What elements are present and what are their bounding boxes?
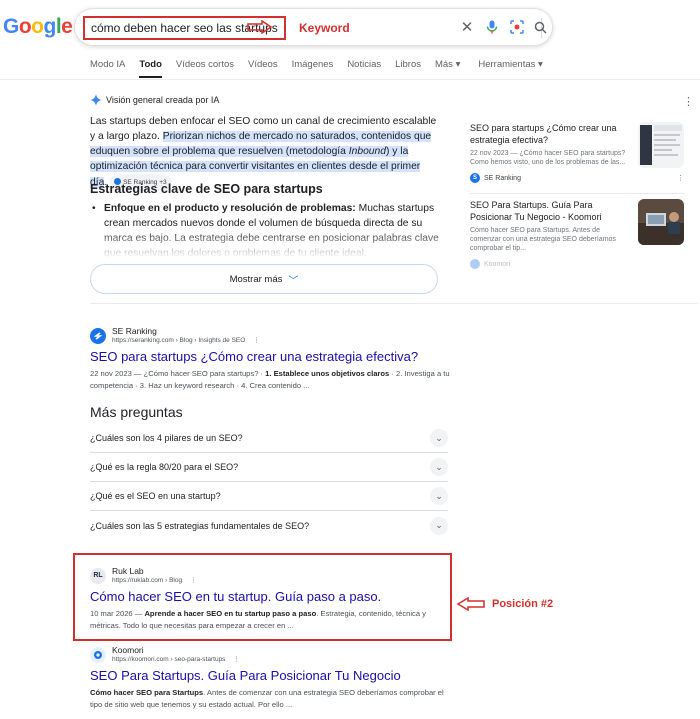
logo-letter: o: [18, 15, 32, 38]
show-more-button[interactable]: Mostrar más ﹀: [90, 264, 438, 294]
result-snippet-bold: Cómo hacer SEO para Startups: [90, 688, 204, 697]
source-thumbnail: [638, 122, 684, 168]
result-title-link[interactable]: SEO Para Startups. Guía Para Posicionar …: [90, 668, 450, 684]
paa-question-text: ¿Qué es la regla 80/20 para el SEO?: [90, 462, 239, 472]
tab-herramientas[interactable]: Herramientas ▾: [478, 59, 542, 79]
koomori-icon: [90, 646, 106, 663]
clear-icon[interactable]: ✕: [459, 19, 475, 36]
tabs-divider: [0, 79, 700, 80]
logo-letter: g: [43, 15, 57, 38]
paa-question[interactable]: ¿Qué es la regla 80/20 para el SEO? ⌄: [90, 453, 448, 482]
result-snippet-bold: 1. Establece unos objetivos claros: [265, 369, 390, 378]
site-name: Koomori: [112, 645, 144, 655]
tab-noticias[interactable]: Noticias: [347, 59, 381, 79]
more-options-icon[interactable]: ⋮: [233, 656, 240, 663]
koomori-icon: [470, 259, 480, 269]
paa-question[interactable]: ¿Cuáles son las 5 estrategias fundamenta…: [90, 511, 448, 540]
more-options-icon[interactable]: ⋮: [253, 337, 260, 344]
seranking-icon: [90, 327, 106, 344]
search-tabs: Modo IA Todo Vídeos cortos Vídeos Imágen…: [90, 59, 557, 79]
source-card-snippet: Cómo hacer SEO para Startups. Antes de c…: [470, 227, 616, 252]
ai-overview-divider: [90, 303, 698, 304]
source-thumbnail: [638, 199, 684, 245]
chevron-down-icon: ⌄: [430, 458, 448, 476]
tab-todo[interactable]: Todo: [139, 59, 162, 78]
ai-overview-heading: Estrategias clave de SEO para startups: [90, 182, 323, 196]
ai-overview-header: Visión general creada por IA: [90, 94, 219, 106]
paa-title: Más preguntas: [90, 404, 183, 420]
search-icon[interactable]: [532, 19, 548, 35]
position-annotation: Posición #2: [492, 598, 554, 610]
ai-sparkle-icon: [90, 94, 102, 106]
tab-videos-cortos[interactable]: Vídeos cortos: [176, 59, 234, 79]
source-name: Koomori: [484, 260, 511, 268]
more-options-icon[interactable]: ⋮: [677, 174, 684, 182]
chevron-down-icon: ⌄: [430, 487, 448, 505]
logo-letter: G: [3, 15, 19, 38]
logo-letter: o: [31, 15, 44, 38]
result-date: 22 nov 2023 — ¿Cómo hacer SEO para start…: [90, 369, 266, 378]
position-arrow-icon: [456, 597, 485, 611]
source-card-snippet: 22 nov 2023 — ¿Cómo hacer SEO para start…: [470, 150, 626, 166]
show-more-label: Mostrar más: [229, 273, 283, 285]
chevron-down-icon: ⌄: [430, 516, 448, 535]
paa-question-text: ¿Cuáles son los 4 pilares de un SEO?: [90, 433, 243, 443]
source-attribution: S SE Ranking ⋮: [470, 173, 685, 183]
source-card-title[interactable]: SEO para startups ¿Cómo crear una estrat…: [470, 122, 630, 146]
position-highlight-box: [73, 553, 452, 641]
source-attribution: Koomori: [470, 259, 685, 269]
text-fade-overlay: [90, 230, 440, 258]
tab-imagenes[interactable]: Imágenes: [292, 59, 334, 79]
paa-question[interactable]: ¿Qué es el SEO en una startup? ⌄: [90, 482, 448, 511]
result-snippet: 22 nov 2023 — ¿Cómo hacer SEO para start…: [90, 368, 450, 392]
tab-libros[interactable]: Libros: [395, 59, 421, 79]
source-card-title[interactable]: SEO Para Startups. Guía Para Posicionar …: [470, 199, 630, 223]
bullet-bold: Enfoque en el producto y resolución de p…: [104, 203, 356, 214]
result-snippet: Cómo hacer SEO para Startups. Antes de c…: [90, 687, 450, 711]
keyword-annotation: Keyword: [299, 21, 350, 35]
paa-question-text: ¿Cuáles son las 5 estrategias fundamenta…: [90, 520, 310, 531]
site-url: https://seranking.com › Blog › Insights …: [112, 337, 246, 344]
paa-question[interactable]: ¿Cuáles son los 4 pilares de un SEO? ⌄: [90, 424, 448, 453]
ai-text-hl-em: Inbound: [348, 146, 386, 157]
google-logo[interactable]: Google: [3, 15, 73, 39]
chevron-down-icon: ⌄: [430, 429, 448, 447]
result-header[interactable]: Koomori https://koomori.com › seo-para-s…: [90, 645, 450, 664]
bullet-icon: •: [92, 203, 96, 214]
keyword-arrow-icon: [247, 20, 273, 34]
ai-overview-text: Las startups deben enfocar el SEO como u…: [90, 114, 440, 191]
source-card[interactable]: SEO para startups ¿Cómo crear una estrat…: [470, 122, 685, 190]
search-result: Koomori https://koomori.com › seo-para-s…: [90, 645, 450, 711]
microphone-icon[interactable]: [484, 19, 500, 35]
search-result: SE Ranking https://seranking.com › Blog …: [90, 326, 450, 392]
tab-videos[interactable]: Vídeos: [248, 59, 278, 79]
tab-modo-ia[interactable]: Modo IA: [90, 59, 125, 79]
site-url: https://koomori.com › seo-para-startups: [112, 656, 226, 663]
result-title-link[interactable]: SEO para startups ¿Cómo crear una estrat…: [90, 349, 450, 365]
source-name: SE Ranking: [484, 174, 521, 182]
paa-question-text: ¿Qué es el SEO en una startup?: [90, 491, 221, 501]
ai-sources-panel: SEO para startups ¿Cómo crear una estrat…: [470, 122, 685, 269]
source-card[interactable]: SEO Para Startups. Guía Para Posicionar …: [470, 199, 685, 269]
result-header[interactable]: SE Ranking https://seranking.com › Blog …: [90, 326, 450, 345]
lens-icon[interactable]: [509, 19, 525, 35]
logo-letter: e: [61, 15, 73, 38]
ai-overview-label: Visión general creada por IA: [106, 95, 220, 105]
tab-mas[interactable]: Más ▾: [435, 59, 460, 79]
chevron-down-icon: ﹀: [288, 275, 299, 287]
side-card-divider: [470, 193, 685, 194]
seranking-icon: S: [470, 173, 480, 183]
more-options-icon[interactable]: ⋮: [683, 95, 694, 108]
site-name: SE Ranking: [112, 326, 157, 336]
